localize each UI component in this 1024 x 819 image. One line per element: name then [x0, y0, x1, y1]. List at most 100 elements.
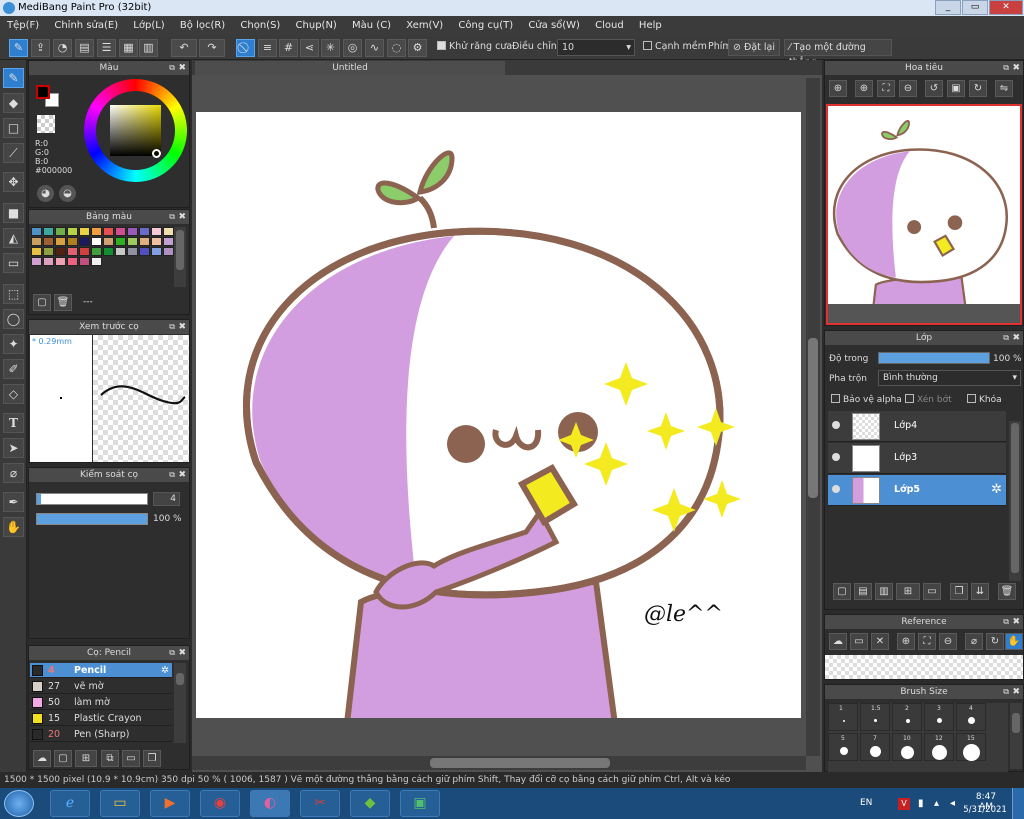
- folder-brush-icon[interactable]: ▭: [122, 750, 140, 767]
- language-indicator[interactable]: EN: [860, 798, 872, 808]
- visibility-icon[interactable]: [832, 453, 840, 461]
- zoom-in-icon[interactable]: ⊕: [829, 80, 847, 97]
- size-value[interactable]: 4: [153, 492, 180, 506]
- cloud-brush-icon[interactable]: ☁: [33, 750, 51, 767]
- snap-parallel-icon[interactable]: ≡: [258, 39, 277, 57]
- snap-off-icon[interactable]: ⃠: [236, 39, 255, 57]
- soft-edge-checkbox[interactable]: Cạnh mềm: [643, 41, 707, 52]
- brush-row[interactable]: 15Plastic Crayon (thick): [30, 711, 172, 739]
- palette-swatch[interactable]: [79, 237, 90, 246]
- layout-icon[interactable]: ▦: [119, 39, 138, 57]
- fit-icon[interactable]: ⛶: [918, 633, 936, 650]
- palette-swatch[interactable]: [163, 227, 174, 236]
- palette-swatch[interactable]: [43, 257, 54, 266]
- menu-layer[interactable]: Lớp(L): [133, 16, 164, 36]
- palette-swatch[interactable]: [127, 227, 138, 236]
- palette-swatch[interactable]: [43, 227, 54, 236]
- flip-icon[interactable]: ⇋: [995, 80, 1013, 97]
- eraser-icon[interactable]: ◆: [3, 93, 24, 113]
- palette-swatch[interactable]: [79, 257, 90, 266]
- reference-view[interactable]: [825, 655, 1023, 679]
- close-icon[interactable]: ✖: [1012, 615, 1020, 629]
- cloud-icon[interactable]: ☁: [829, 633, 847, 650]
- size-cell[interactable]: 10: [892, 733, 922, 761]
- signal-icon[interactable]: ▴: [934, 798, 939, 809]
- add-brush-icon[interactable]: ⊞: [75, 750, 97, 767]
- popout-icon[interactable]: ⧉: [169, 61, 175, 75]
- start-button[interactable]: [4, 790, 34, 817]
- chrome-icon[interactable]: ◉: [200, 790, 240, 817]
- visibility-icon[interactable]: [832, 421, 840, 429]
- popout-icon[interactable]: ⧉: [169, 646, 175, 660]
- popout-icon[interactable]: ⧉: [169, 210, 175, 224]
- close-icon[interactable]: ✖: [178, 320, 186, 334]
- fill-rect-icon[interactable]: ■: [3, 203, 24, 223]
- layers-scrollbar[interactable]: [1009, 421, 1021, 581]
- layer-row[interactable]: Lớp3: [828, 443, 1006, 474]
- palette-swatch[interactable]: [103, 237, 114, 246]
- brush-row[interactable]: 50 làm mờ: [30, 695, 172, 710]
- move-icon[interactable]: ✥: [3, 172, 24, 192]
- folder-icon[interactable]: ▭: [923, 583, 941, 600]
- brush-row[interactable]: 4 Pencil ✲: [30, 663, 172, 678]
- new-halftone-layer-icon[interactable]: ▤: [854, 583, 872, 600]
- clip-checkbox[interactable]: Xén bớt: [905, 394, 952, 405]
- palette-swatch[interactable]: [31, 237, 42, 246]
- palette-swatch[interactable]: [55, 257, 66, 266]
- menu-edit[interactable]: Chỉnh sửa(E): [54, 16, 118, 36]
- list-icon[interactable]: ☰: [97, 39, 116, 57]
- document-tab[interactable]: Untitled: [195, 61, 505, 75]
- hue-handle[interactable]: [152, 149, 161, 158]
- brush-row[interactable]: 20 Pen (Sharp): [30, 727, 172, 742]
- grid-layout-icon[interactable]: ▥: [139, 39, 158, 57]
- brushsize-scrollbar[interactable]: [1010, 703, 1022, 769]
- navigator-thumbnail[interactable]: [826, 104, 1022, 325]
- palette-icon[interactable]: ◕: [37, 185, 54, 202]
- menu-file[interactable]: Tệp(F): [7, 16, 39, 36]
- close-icon[interactable]: ✖: [178, 61, 186, 75]
- maximize-button[interactable]: ▭: [962, 0, 988, 15]
- hand-icon[interactable]: ✋: [3, 517, 24, 537]
- lock-checkbox[interactable]: Khóa: [967, 394, 1002, 405]
- palette-swatch[interactable]: [43, 247, 54, 256]
- palette-swatch[interactable]: [139, 247, 150, 256]
- popout-icon[interactable]: ⧉: [169, 468, 175, 482]
- select-eraser-icon[interactable]: ◇: [3, 384, 24, 404]
- zoom-out-icon[interactable]: ⊖: [899, 80, 917, 97]
- snap-perspective-icon[interactable]: ⋖: [300, 39, 319, 57]
- reset-button[interactable]: ⊘ Đặt lại: [728, 39, 780, 56]
- menu-view[interactable]: Xem(V): [406, 16, 443, 36]
- palette-swatch[interactable]: [127, 237, 138, 246]
- brush-tool-icon[interactable]: ✎: [9, 39, 28, 57]
- rotate-left-icon[interactable]: ↺: [925, 80, 943, 97]
- layer-row[interactable]: Lớp4: [828, 411, 1006, 442]
- palette-swatch[interactable]: [31, 247, 42, 256]
- menu-snap[interactable]: Chụp(N): [296, 16, 337, 36]
- popout-icon[interactable]: ⧉: [1003, 331, 1009, 345]
- close-icon[interactable]: ✖: [178, 468, 186, 482]
- file-explorer-icon[interactable]: ▭: [100, 790, 140, 817]
- menu-cloud[interactable]: Cloud: [595, 16, 624, 36]
- palette-swatch[interactable]: [115, 227, 126, 236]
- palette-swatch[interactable]: [151, 237, 162, 246]
- snap-settings-icon[interactable]: ⚙: [408, 39, 427, 57]
- zoom-in-icon[interactable]: ⊕: [897, 633, 915, 650]
- new-palette-icon[interactable]: ▢: [33, 294, 51, 311]
- antivirus-icon[interactable]: V: [898, 798, 910, 810]
- color-settings-icon[interactable]: ◒: [59, 185, 76, 202]
- palette-swatch[interactable]: [91, 227, 102, 236]
- snap-radial-icon[interactable]: ✳: [321, 39, 340, 57]
- menu-filter[interactable]: Bộ lọc(R): [180, 16, 225, 36]
- palette-swatch[interactable]: [67, 237, 78, 246]
- palette-scrollbar[interactable]: [174, 227, 186, 287]
- size-cell[interactable]: 1: [828, 703, 858, 731]
- palette-swatch[interactable]: [79, 227, 90, 236]
- palette-swatch[interactable]: [163, 237, 174, 246]
- app-icon[interactable]: ◆: [350, 790, 390, 817]
- popout-icon[interactable]: ⧉: [169, 320, 175, 334]
- snap-circle-icon[interactable]: ◎: [343, 39, 362, 57]
- text-icon[interactable]: T: [3, 413, 24, 433]
- network-icon[interactable]: ▮: [918, 798, 924, 809]
- brush-icon[interactable]: ✎: [3, 68, 24, 88]
- canvas-vertical-scrollbar[interactable]: [806, 78, 820, 756]
